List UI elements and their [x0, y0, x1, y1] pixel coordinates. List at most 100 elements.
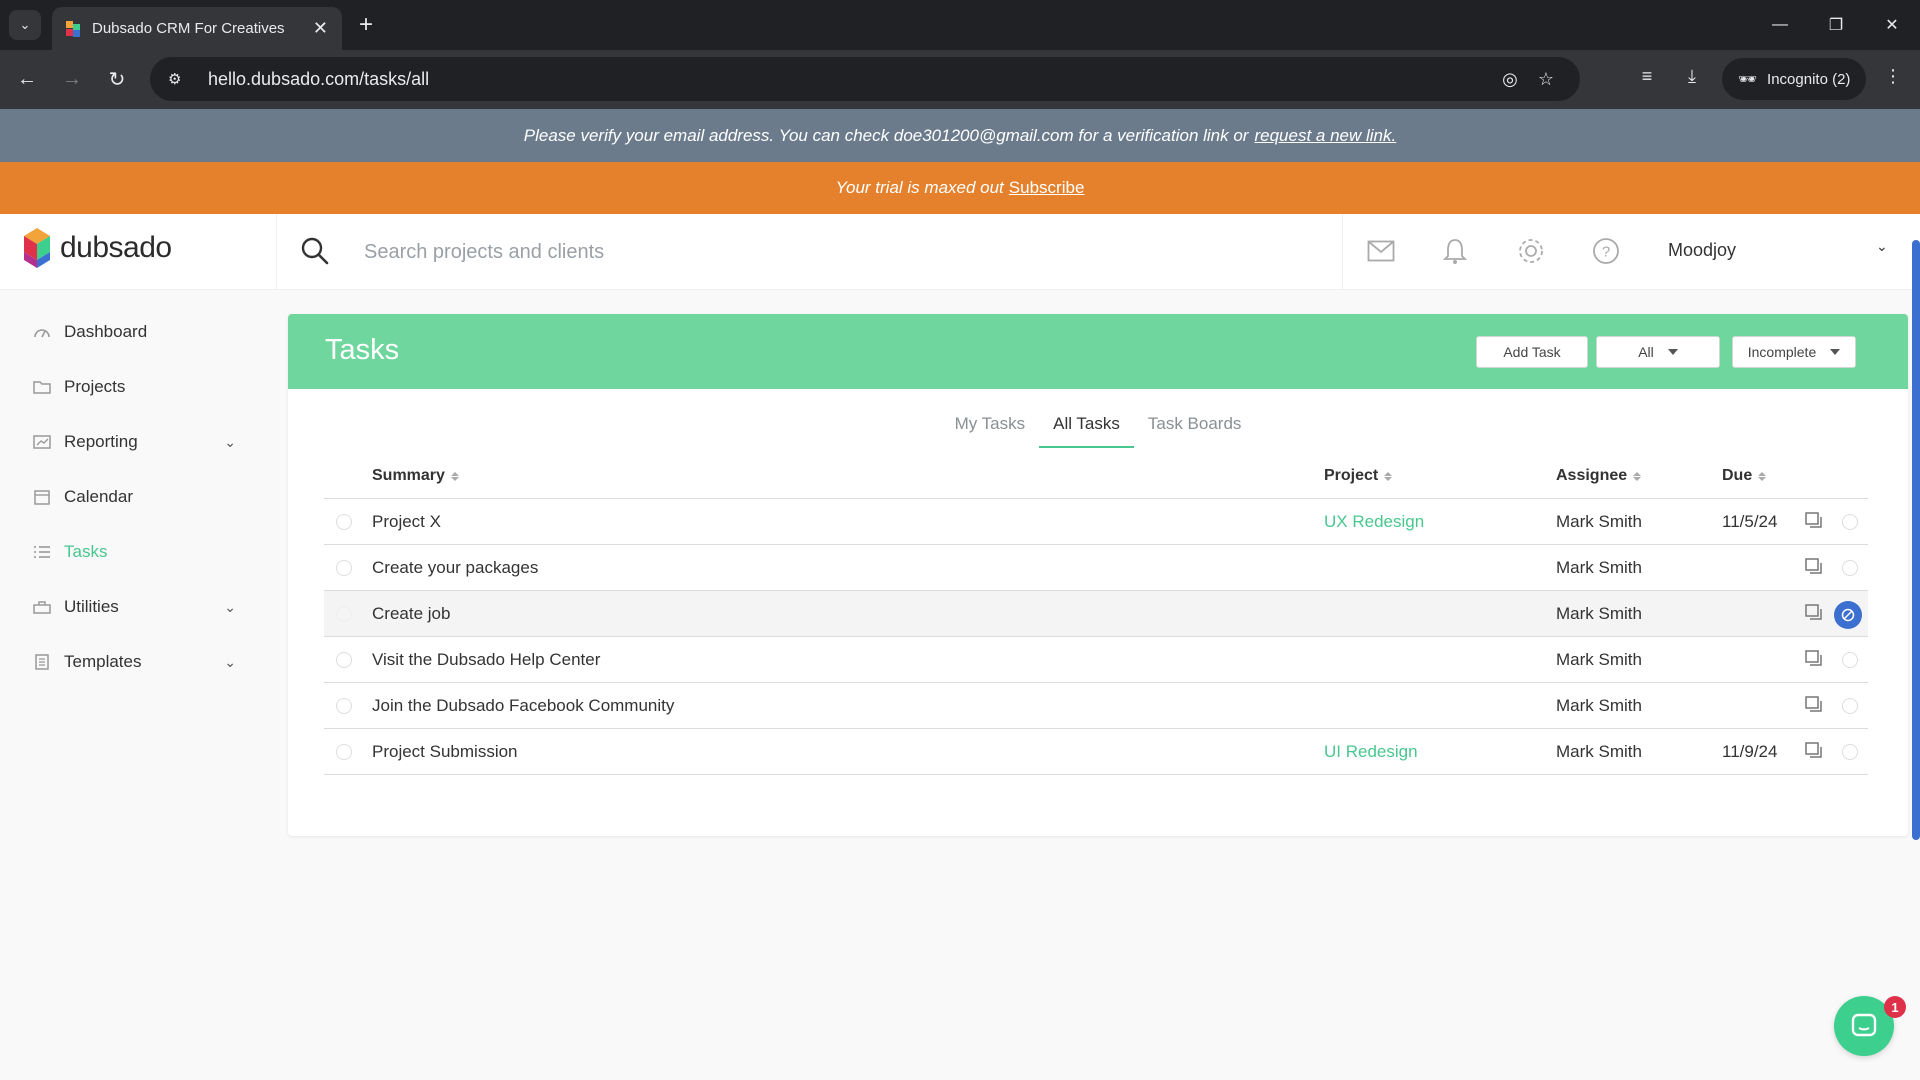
add-task-label: Add Task	[1503, 344, 1561, 360]
task-summary[interactable]: Project Submission	[372, 729, 518, 775]
chevron-down-icon[interactable]: ⌄	[1876, 238, 1888, 255]
delete-icon[interactable]	[1842, 560, 1858, 576]
sidebar-item-templates[interactable]: Templates ⌄	[0, 640, 260, 684]
sidebar-item-reporting[interactable]: Reporting ⌄	[0, 420, 260, 464]
tasks-card: Tasks Add Task All Incomplete My Tasks A…	[288, 314, 1908, 836]
new-tab-button[interactable]: +	[352, 9, 380, 41]
table-row[interactable]: Project X UX Redesign Mark Smith 11/5/24	[324, 499, 1868, 545]
task-summary[interactable]: Create job	[372, 591, 450, 637]
column-header-assignee[interactable]: Assignee	[1556, 454, 1642, 498]
complete-checkbox[interactable]	[336, 744, 352, 760]
subscribe-link[interactable]: Subscribe	[1009, 178, 1085, 198]
delete-icon[interactable]	[1842, 698, 1858, 714]
column-header-label: Summary	[372, 467, 445, 484]
delete-icon[interactable]	[1834, 601, 1862, 629]
complete-checkbox[interactable]	[336, 560, 352, 576]
sidebar-item-dashboard[interactable]: Dashboard	[0, 310, 260, 354]
duplicate-icon[interactable]	[1804, 741, 1824, 761]
tab-all-tasks[interactable]: All Tasks	[1039, 408, 1134, 448]
sidebar-item-utilities[interactable]: Utilities ⌄	[0, 585, 260, 629]
gear-icon[interactable]	[1516, 236, 1546, 266]
site-settings-icon[interactable]: ⚙	[168, 70, 190, 88]
sidebar-item-calendar[interactable]: Calendar	[0, 475, 260, 519]
task-assignee: Mark Smith	[1556, 696, 1642, 715]
sort-icon	[1384, 471, 1393, 481]
sidebar-item-tasks[interactable]: Tasks	[0, 530, 260, 574]
filter-status-label: Incomplete	[1747, 344, 1817, 360]
column-header-project[interactable]: Project	[1324, 454, 1393, 498]
page-scrollbar[interactable]	[1912, 240, 1920, 840]
mail-icon[interactable]	[1366, 236, 1396, 266]
task-summary[interactable]: Project X	[372, 499, 441, 545]
table-row[interactable]: Visit the Dubsado Help Center Mark Smith	[324, 637, 1868, 683]
restore-button[interactable]: ❐	[1808, 0, 1864, 50]
search-input[interactable]	[364, 232, 1324, 272]
duplicate-icon[interactable]	[1804, 603, 1824, 623]
minimize-button[interactable]: —	[1752, 0, 1808, 50]
tab-search-button[interactable]: ⌄	[9, 10, 41, 40]
delete-icon[interactable]	[1842, 514, 1858, 530]
delete-icon[interactable]	[1842, 744, 1858, 760]
table-row[interactable]: Create job Mark Smith	[324, 591, 1868, 637]
duplicate-icon[interactable]	[1804, 511, 1824, 531]
chevron-down-icon[interactable]: ⌄	[224, 654, 236, 671]
task-assignee: Mark Smith	[1556, 650, 1642, 669]
duplicate-icon[interactable]	[1804, 649, 1824, 669]
column-header-due[interactable]: Due	[1722, 454, 1767, 498]
tab-my-tasks[interactable]: My Tasks	[941, 408, 1040, 448]
tasks-card-header: Tasks Add Task All Incomplete	[288, 314, 1908, 389]
reload-button[interactable]: ↻	[102, 64, 132, 94]
complete-checkbox[interactable]	[336, 698, 352, 714]
column-header-summary[interactable]: Summary	[372, 454, 459, 498]
close-window-button[interactable]: ✕	[1864, 0, 1920, 50]
search-icon[interactable]	[300, 236, 334, 270]
browser-tab[interactable]: Dubsado CRM For Creatives ✕	[52, 7, 342, 50]
duplicate-icon[interactable]	[1804, 557, 1824, 577]
table-row[interactable]: Project Submission UI Redesign Mark Smit…	[324, 729, 1868, 775]
column-header-label: Due	[1722, 467, 1753, 484]
tab-close-icon[interactable]: ✕	[313, 18, 328, 39]
task-summary[interactable]: Create your packages	[372, 545, 538, 591]
tab-task-boards[interactable]: Task Boards	[1134, 408, 1256, 448]
sidebar-item-projects[interactable]: Projects	[0, 365, 260, 409]
task-summary[interactable]: Join the Dubsado Facebook Community	[372, 683, 674, 729]
incognito-indicator[interactable]: 🕶 Incognito (2)	[1722, 58, 1866, 100]
task-assignee: Mark Smith	[1556, 558, 1642, 577]
browser-menu-icon[interactable]: ⋮	[1880, 66, 1906, 87]
status-filter-dropdown[interactable]: Incomplete	[1732, 336, 1856, 368]
delete-icon[interactable]	[1842, 652, 1858, 668]
assignee-filter-dropdown[interactable]: All	[1596, 336, 1720, 368]
tracking-protection-icon[interactable]: ◎	[1502, 69, 1518, 90]
task-summary[interactable]: Visit the Dubsado Help Center	[372, 637, 600, 683]
task-project-link[interactable]: UX Redesign	[1324, 499, 1424, 545]
forward-button[interactable]: →	[57, 64, 87, 94]
verify-email-banner: Please verify your email address. You ca…	[0, 109, 1920, 162]
complete-checkbox[interactable]	[336, 652, 352, 668]
table-row[interactable]: Join the Dubsado Facebook Community Mark…	[324, 683, 1868, 729]
complete-checkbox[interactable]	[336, 606, 352, 622]
task-due: 11/9/24	[1722, 742, 1778, 761]
back-button[interactable]: ←	[12, 64, 42, 94]
task-assignee: Mark Smith	[1556, 742, 1642, 761]
address-bar[interactable]: ⚙ hello.dubsado.com/tasks/all ◎ ☆	[150, 57, 1580, 101]
dubsado-logo-icon	[22, 226, 52, 270]
bookmark-star-icon[interactable]: ☆	[1538, 69, 1554, 90]
chevron-down-icon[interactable]: ⌄	[224, 599, 236, 616]
url-text[interactable]: hello.dubsado.com/tasks/all	[208, 69, 1502, 90]
complete-checkbox[interactable]	[336, 514, 352, 530]
column-header-label: Project	[1324, 467, 1379, 484]
help-icon[interactable]: ?	[1591, 236, 1621, 266]
task-project-link[interactable]: UI Redesign	[1324, 729, 1418, 775]
sidebar-item-label: Templates	[64, 652, 142, 671]
table-row[interactable]: Create your packages Mark Smith	[324, 545, 1868, 591]
add-task-button[interactable]: Add Task	[1476, 336, 1588, 368]
templates-icon	[32, 653, 52, 671]
bell-icon[interactable]	[1440, 236, 1470, 266]
chevron-down-icon[interactable]: ⌄	[224, 434, 236, 451]
dubsado-logo[interactable]: dubsado	[22, 226, 172, 270]
duplicate-icon[interactable]	[1804, 695, 1824, 715]
media-control-icon[interactable]: ≡	[1634, 66, 1660, 87]
request-new-link[interactable]: request a new link.	[1254, 126, 1396, 146]
download-icon[interactable]: ⤓	[1679, 66, 1705, 87]
user-menu-name[interactable]: Moodjoy	[1668, 240, 1736, 261]
